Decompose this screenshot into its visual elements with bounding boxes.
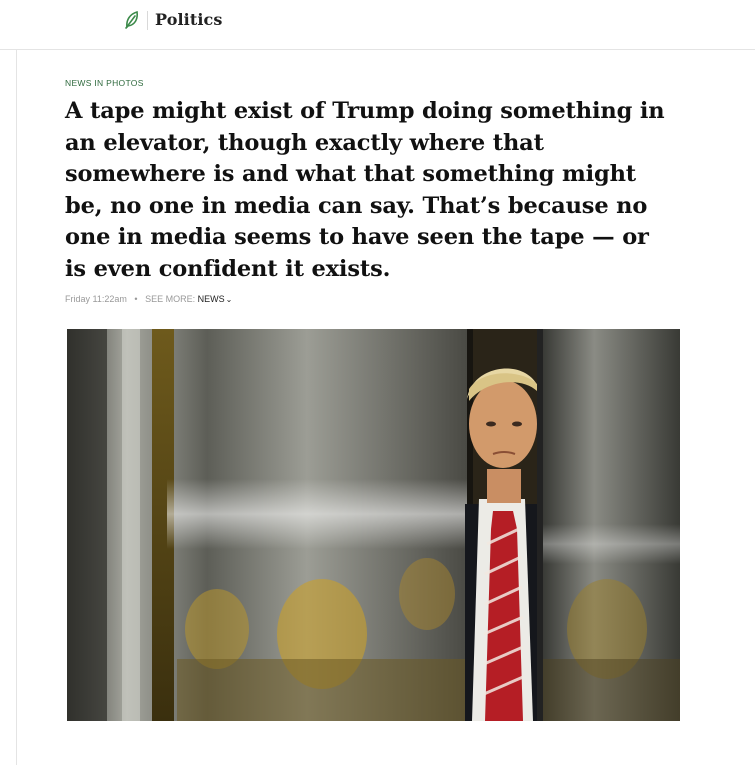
see-more-link[interactable]: NEWS⌄ (198, 294, 233, 304)
article-photo[interactable] (67, 329, 680, 721)
leaf-icon[interactable] (125, 11, 139, 29)
see-more-link-text[interactable]: NEWS (198, 294, 225, 304)
content-divider (16, 50, 17, 765)
chevron-down-icon[interactable]: ⌄ (226, 295, 233, 304)
section-title[interactable]: Politics (155, 10, 222, 29)
meta-separator: • (134, 294, 138, 304)
site-header: Politics (0, 0, 755, 50)
see-more-label: SEE MORE: (145, 294, 196, 304)
article-kicker[interactable]: NEWS IN PHOTOS (65, 78, 144, 88)
article-timestamp: Friday 11:22am (65, 294, 127, 304)
article-meta: Friday 11:22am • SEE MORE: NEWS⌄ (65, 294, 232, 304)
header-divider (147, 11, 148, 30)
article-headline: A tape might exist of Trump doing someth… (65, 98, 665, 282)
